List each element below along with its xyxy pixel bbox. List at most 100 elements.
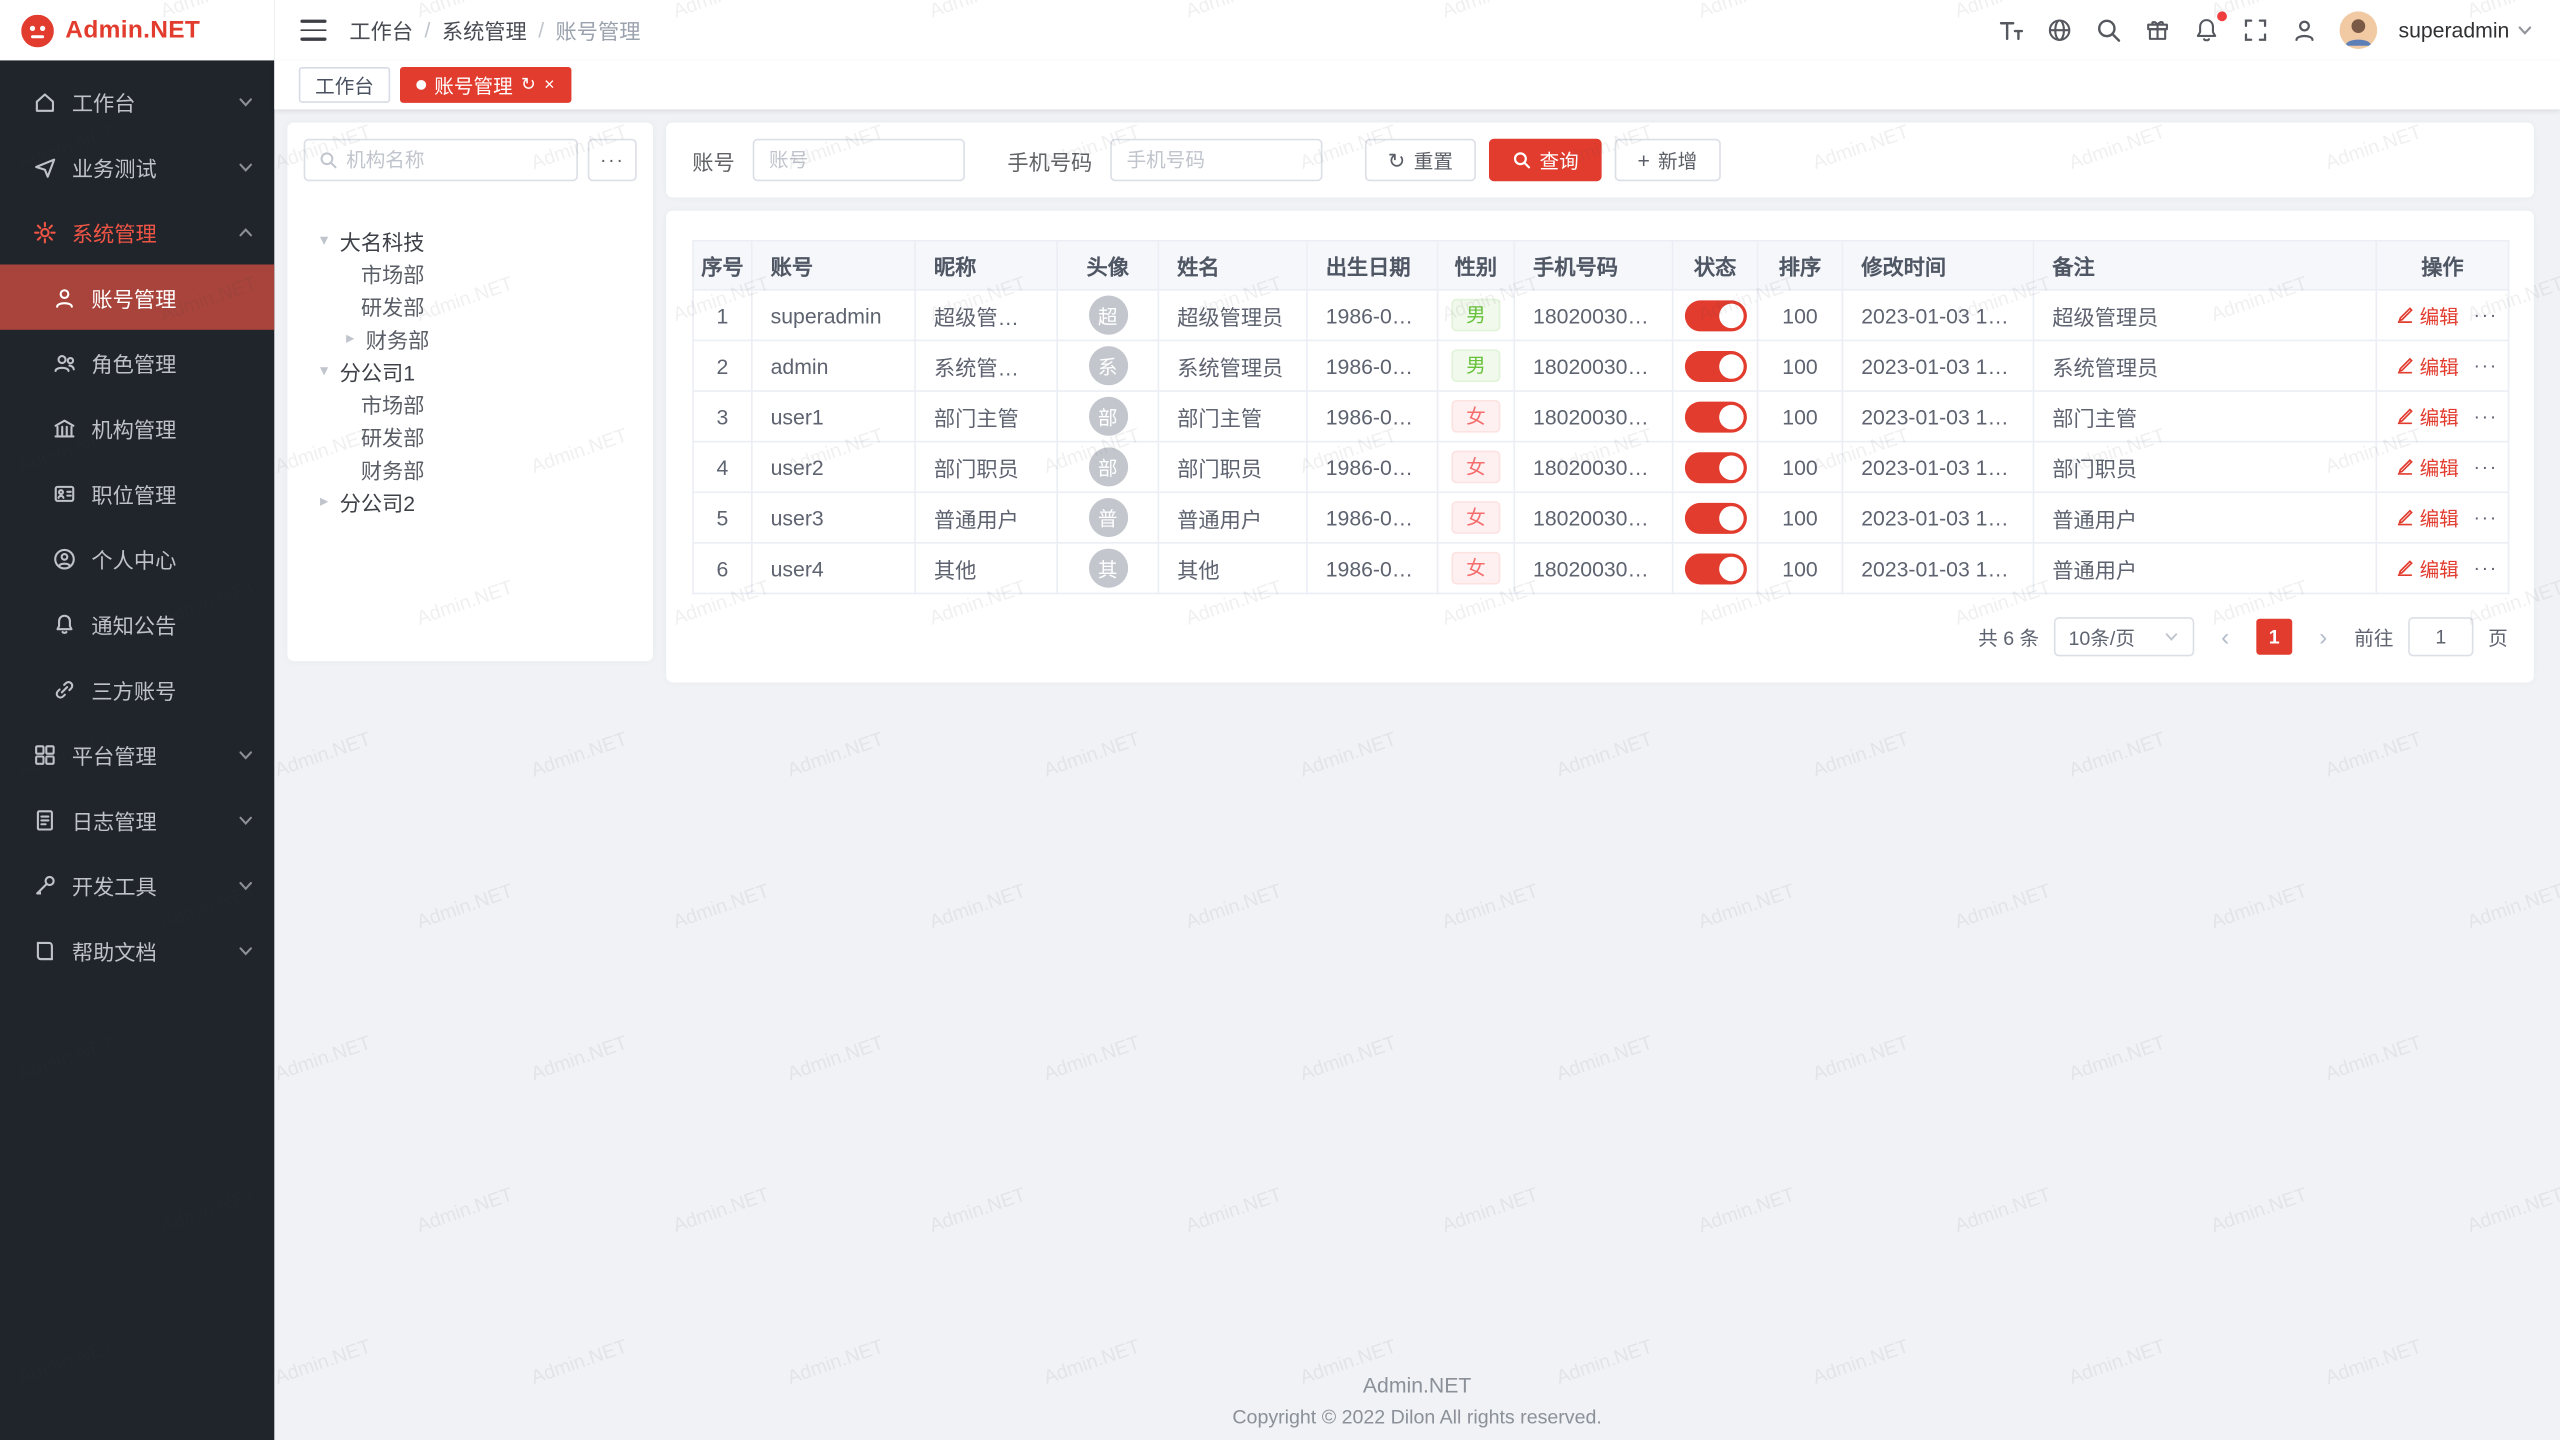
table-row[interactable]: 6 user4 其他 其 其他 1986-06-28 女 18020030720… [693,543,2509,594]
sidebar-subitem-account-management[interactable]: 账号管理 [0,264,274,329]
more-actions-button[interactable]: ··· [2473,557,2497,580]
edit-button[interactable]: 编辑 [2395,554,2459,582]
user-circle-icon [52,546,76,570]
gender-tag: 男 [1451,349,1500,382]
prev-page-button[interactable]: ‹ [2209,619,2242,655]
lock-user-icon[interactable] [2291,16,2319,44]
sidebar-subitem-third-party-account[interactable]: 三方账号 [0,656,274,721]
next-page-button[interactable]: › [2307,619,2340,655]
user-menu[interactable]: superadmin [2398,18,2533,42]
caret-down-icon[interactable]: ▾ [313,231,334,249]
fullscreen-icon[interactable] [2242,16,2270,44]
breadcrumb-item[interactable]: 工作台 [349,15,413,46]
page-number-current[interactable]: 1 [2256,619,2292,655]
collapse-menu-icon[interactable] [300,20,326,41]
chevron-down-icon [2516,21,2534,39]
sidebar-item-system-management[interactable]: 系统管理 [0,199,274,264]
tree-node[interactable]: 市场部 [304,387,637,420]
sidebar-subitem-personal-center[interactable]: 个人中心 [0,526,274,591]
chevron-down-icon [2163,629,2179,645]
page-footer: Admin.NET Copyright © 2022 Dilon All rig… [274,1373,2560,1429]
reset-button[interactable]: ↻ 重置 [1365,139,1476,181]
more-actions-button[interactable]: ··· [2473,456,2497,479]
account-label: 账号 [692,144,734,175]
breadcrumb-item[interactable]: 系统管理 [442,15,527,46]
goto-page-input[interactable] [2408,617,2473,656]
tab-account-management[interactable]: 账号管理 ↻ × [400,67,571,103]
status-toggle[interactable] [1684,401,1746,432]
sidebar-item-dev-tools[interactable]: 开发工具 [0,852,274,917]
edit-icon [2395,305,2415,325]
more-actions-button[interactable]: ··· [2473,354,2497,377]
caret-down-icon[interactable]: ▾ [313,362,334,380]
gift-icon[interactable] [2144,16,2172,44]
pagination: 共 6 条 10条/页 ‹ 1 › 前往 页 [692,617,2508,656]
tree-node[interactable]: ▾ 分公司1 [304,354,637,387]
table-row[interactable]: 4 user2 部门职员 部 部门职员 1986-06-28 女 1802003… [693,442,2509,493]
edit-button[interactable]: 编辑 [2395,352,2459,380]
active-dot-icon [416,80,426,90]
search-button[interactable]: 查询 [1489,139,1602,181]
close-icon[interactable]: × [544,76,555,94]
tree-node[interactable]: 研发部 [304,420,637,453]
edit-button[interactable]: 编辑 [2395,453,2459,481]
sidebar-subitem-org-management[interactable]: 机构管理 [0,395,274,460]
gender-tag: 男 [1451,299,1500,332]
edit-button[interactable]: 编辑 [2395,301,2459,329]
book-icon [33,938,57,962]
page-content: ··· ▾ 大名科技 市场部 研发部 ▸ 财务部 ▾ 分公司1 [274,109,2560,1440]
refresh-icon[interactable]: ↻ [521,76,536,94]
tree-node[interactable]: ▸ 分公司2 [304,485,637,518]
row-avatar: 部 [1088,397,1127,436]
search-icon[interactable] [2095,16,2123,44]
bell-icon[interactable] [2193,16,2221,44]
sidebar-subitem-position-management[interactable]: 职位管理 [0,460,274,525]
org-search-input[interactable] [346,149,563,172]
paper-plane-icon [33,154,57,178]
app-logo[interactable]: Admin.NET [0,0,274,60]
table-row[interactable]: 1 superadmin 超级管理员 超 超级管理员 1986-06-28 男 … [693,290,2509,341]
tab-workbench[interactable]: 工作台 [299,67,390,103]
sidebar-item-help-docs[interactable]: 帮助文档 [0,918,274,983]
tree-node[interactable]: 财务部 [304,452,637,485]
status-toggle[interactable] [1684,553,1746,584]
status-toggle[interactable] [1684,350,1746,381]
caret-right-icon[interactable]: ▸ [340,329,361,347]
tree-node[interactable]: 研发部 [304,289,637,322]
font-size-icon[interactable] [1997,16,2025,44]
language-icon[interactable] [2046,16,2074,44]
sidebar-subitem-notice[interactable]: 通知公告 [0,591,274,656]
status-toggle[interactable] [1684,300,1746,331]
more-actions-button[interactable]: ··· [2473,506,2497,529]
breadcrumb-separator: / [425,18,431,42]
status-toggle[interactable] [1684,451,1746,482]
status-toggle[interactable] [1684,502,1746,533]
more-actions-button[interactable]: ··· [2473,405,2497,428]
table-row[interactable]: 5 user3 普通用户 普 普通用户 1986-06-28 女 1802003… [693,492,2509,543]
footer-title: Admin.NET [274,1373,2560,1397]
sidebar-subitem-role-management[interactable]: 角色管理 [0,330,274,395]
avatar[interactable] [2340,11,2378,49]
table-row[interactable]: 3 user1 部门主管 部 部门主管 1986-06-28 女 1802003… [693,391,2509,442]
more-actions-button[interactable]: ··· [588,139,637,181]
sidebar-item-log-management[interactable]: 日志管理 [0,787,274,852]
edit-button[interactable]: 编辑 [2395,402,2459,430]
add-button[interactable]: + 新增 [1615,139,1720,181]
tree-node[interactable]: 市场部 [304,256,637,289]
account-input[interactable] [753,139,965,181]
more-actions-button[interactable]: ··· [2473,304,2497,327]
sidebar-item-platform-management[interactable]: 平台管理 [0,722,274,787]
row-avatar: 超 [1088,296,1127,335]
edit-button[interactable]: 编辑 [2395,504,2459,532]
sidebar-item-business-test[interactable]: 业务测试 [0,134,274,199]
phone-input[interactable] [1110,139,1322,181]
query-bar: 账号 手机号码 ↻ 重置 查询 + 新增 [666,122,2534,197]
sidebar: Admin.NET 工作台 业务测试 系统管理 账号管理 [0,0,274,1440]
sidebar-item-workbench[interactable]: 工作台 [0,69,274,134]
table-row[interactable]: 2 admin 系统管理员 系 系统管理员 1986-06-28 男 18020… [693,340,2509,391]
tree-node[interactable]: ▾ 大名科技 [304,224,637,257]
page-size-select[interactable]: 10条/页 [2054,617,2194,656]
tree-node[interactable]: ▸ 财务部 [304,322,637,355]
caret-right-icon[interactable]: ▸ [313,492,334,510]
row-avatar: 其 [1088,549,1127,588]
